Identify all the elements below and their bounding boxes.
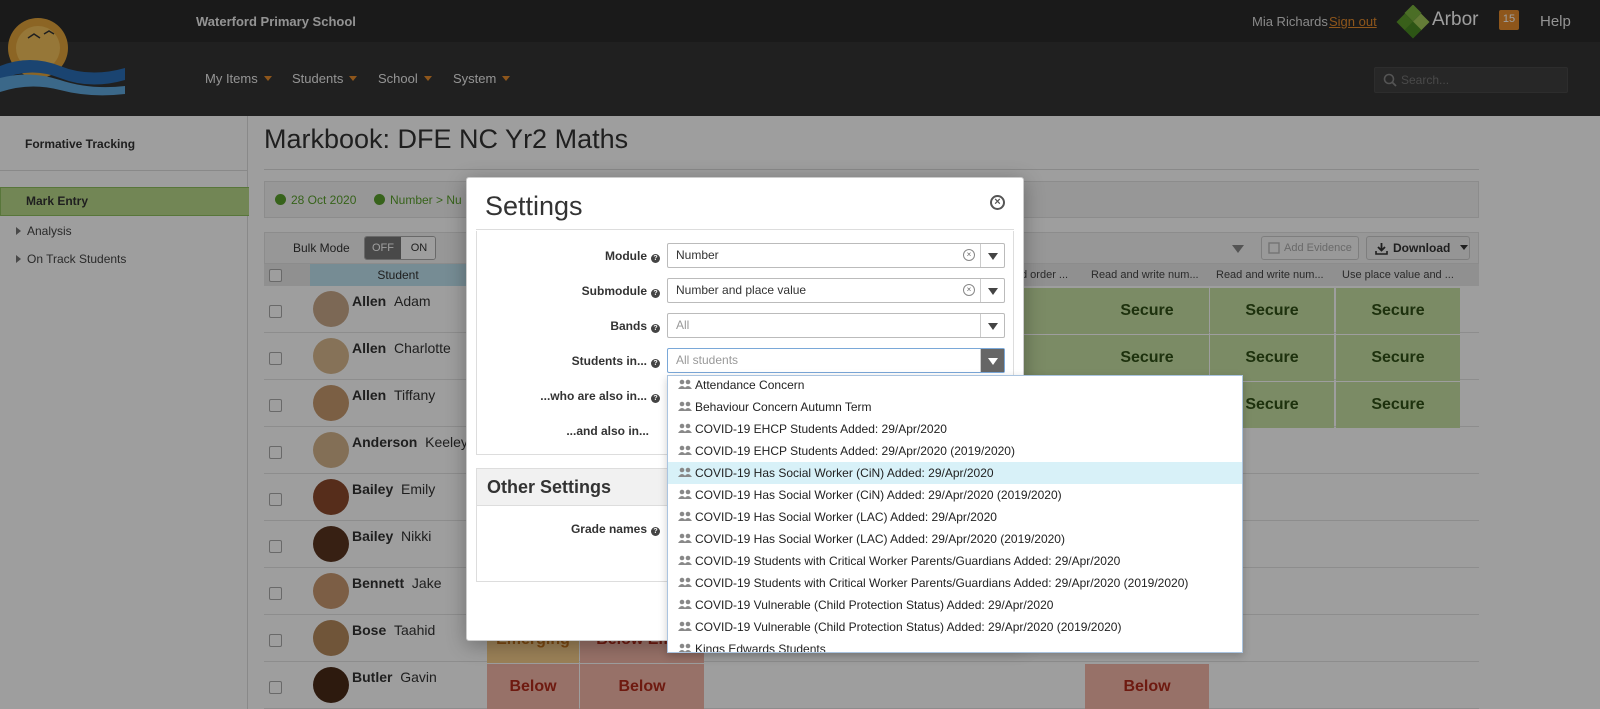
dropdown-option-label: COVID-19 Has Social Worker (LAC) Added: … (695, 510, 997, 524)
group-icon (678, 445, 692, 455)
group-icon (678, 621, 692, 631)
group-icon (678, 489, 692, 499)
dropdown-option-label: COVID-19 Vulnerable (Child Protection St… (695, 620, 1122, 634)
group-icon (678, 533, 692, 543)
students-in-placeholder: All students (676, 353, 739, 367)
dropdown-option[interactable]: COVID-19 Has Social Worker (CiN) Added: … (668, 462, 1242, 484)
group-icon (678, 599, 692, 609)
close-icon[interactable]: × (990, 195, 1005, 210)
help-icon[interactable]: ? (651, 289, 660, 298)
submodule-value: Number and place value (676, 283, 807, 297)
dropdown-option[interactable]: COVID-19 Has Social Worker (CiN) Added: … (668, 484, 1242, 506)
chevron-down-icon[interactable] (980, 244, 1004, 267)
help-icon[interactable]: ? (651, 324, 660, 333)
dropdown-option-label: Attendance Concern (695, 378, 805, 392)
dropdown-option-label: COVID-19 EHCP Students Added: 29/Apr/202… (695, 422, 947, 436)
dropdown-option-label: Kings Edwards Students (695, 642, 826, 653)
group-icon (678, 577, 692, 587)
help-icon[interactable]: ? (651, 359, 660, 368)
help-icon[interactable]: ? (651, 254, 660, 263)
bands-label: Bands? (460, 319, 660, 333)
dropdown-option-label: COVID-19 Has Social Worker (CiN) Added: … (695, 488, 1062, 502)
group-icon (678, 423, 692, 433)
students-in-dropdown[interactable]: Attendance Concern Behaviour Concern Autu… (667, 375, 1243, 653)
clear-icon[interactable]: × (963, 249, 975, 261)
students-in-label: Students in...? (460, 354, 660, 368)
modal-title: Settings (485, 191, 583, 221)
dropdown-option[interactable]: COVID-19 EHCP Students Added: 29/Apr/202… (668, 418, 1242, 440)
also-in-label: ...who are also in...? (460, 389, 660, 403)
bands-select[interactable]: All (667, 313, 1005, 338)
dropdown-option-label: COVID-19 EHCP Students Added: 29/Apr/202… (695, 444, 1015, 458)
help-icon[interactable]: ? (651, 394, 660, 403)
dropdown-option[interactable]: Behaviour Concern Autumn Term (668, 396, 1242, 418)
module-label-text: Module (605, 249, 647, 263)
module-label: Module? (460, 249, 660, 263)
clear-icon[interactable]: × (963, 284, 975, 296)
chevron-down-icon[interactable] (980, 314, 1004, 337)
dropdown-option[interactable]: Kings Edwards Students (668, 638, 1242, 653)
dropdown-option-label: COVID-19 Students with Critical Worker P… (695, 576, 1189, 590)
grade-names-label-text: Grade names (570, 522, 647, 536)
dropdown-option[interactable]: COVID-19 Vulnerable (Child Protection St… (668, 594, 1242, 616)
group-icon (678, 401, 692, 411)
help-icon[interactable]: ? (651, 527, 660, 536)
students-in-select[interactable]: All students (667, 348, 1005, 373)
dropdown-option-label: Behaviour Concern Autumn Term (695, 400, 872, 414)
chevron-down-icon[interactable] (980, 279, 1004, 302)
dropdown-option-label: COVID-19 Has Social Worker (CiN) Added: … (695, 466, 994, 480)
dropdown-option[interactable]: COVID-19 Has Social Worker (LAC) Added: … (668, 528, 1242, 550)
submodule-label: Submodule? (460, 284, 660, 298)
and-also-in-label: ...and also in... (566, 424, 649, 438)
group-icon (678, 467, 692, 477)
dropdown-option[interactable]: COVID-19 Students with Critical Worker P… (668, 550, 1242, 572)
dropdown-option[interactable]: COVID-19 Vulnerable (Child Protection St… (668, 616, 1242, 638)
submodule-label-text: Submodule (581, 284, 647, 298)
submodule-select[interactable]: Number and place value × (667, 278, 1005, 303)
also-in-label-text: ...who are also in... (540, 389, 647, 403)
dropdown-option[interactable]: COVID-19 Students with Critical Worker P… (668, 572, 1242, 594)
group-icon (678, 643, 692, 652)
group-icon (678, 511, 692, 521)
students-in-label-text: Students in... (571, 354, 647, 368)
dropdown-option[interactable]: COVID-19 EHCP Students Added: 29/Apr/202… (668, 440, 1242, 462)
dropdown-option[interactable]: COVID-19 Has Social Worker (LAC) Added: … (668, 506, 1242, 528)
chevron-down-icon[interactable] (980, 349, 1004, 372)
module-value: Number (676, 248, 719, 262)
group-icon (678, 379, 692, 389)
modal-divider (476, 229, 1014, 230)
grade-names-label: Grade names? (460, 522, 660, 536)
bands-label-text: Bands (610, 319, 647, 333)
dropdown-option-label: COVID-19 Has Social Worker (LAC) Added: … (695, 532, 1065, 546)
module-select[interactable]: Number × (667, 243, 1005, 268)
dropdown-option[interactable]: Attendance Concern (668, 376, 1242, 396)
bands-value: All (676, 318, 690, 332)
group-icon (678, 555, 692, 565)
dropdown-option-label: COVID-19 Students with Critical Worker P… (695, 554, 1121, 568)
dropdown-option-label: COVID-19 Vulnerable (Child Protection St… (695, 598, 1054, 612)
